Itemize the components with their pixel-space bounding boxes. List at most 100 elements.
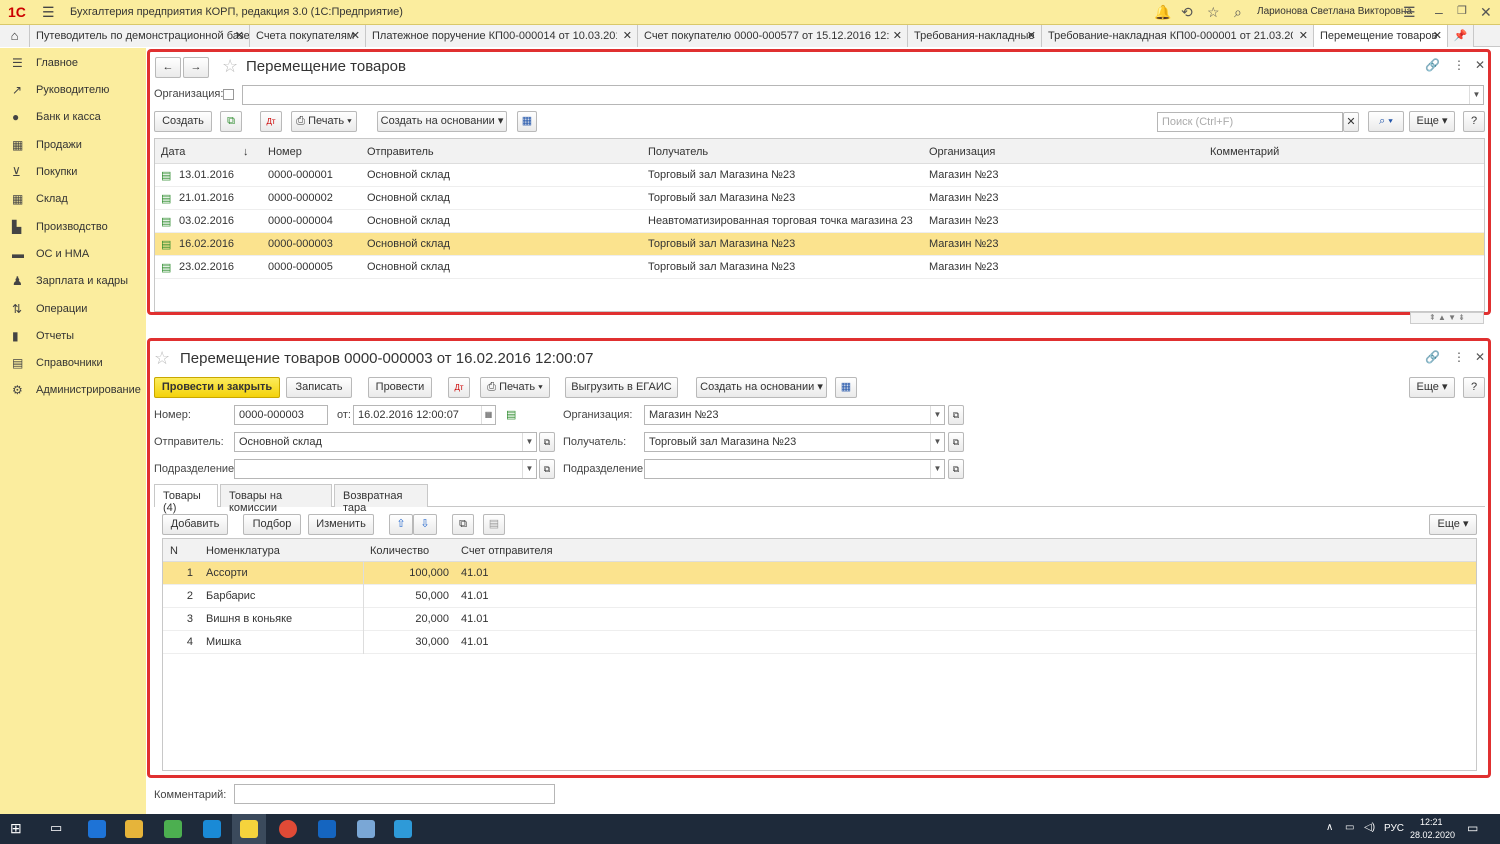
col-number[interactable]: Номер <box>268 146 302 158</box>
pick-button[interactable]: Подбор <box>243 514 301 535</box>
volume-icon[interactable]: ◁) <box>1364 822 1375 833</box>
copy-doc-icon[interactable]: ⧉ <box>220 111 242 132</box>
open-receiver-icon[interactable]: ⧉ <box>948 432 964 452</box>
chevron-down-icon[interactable]: ▼ <box>1469 86 1483 104</box>
sidebar-item-production[interactable]: ▙ Производство <box>0 215 146 241</box>
more-vert-icon[interactable]: ⋮ <box>1453 350 1465 364</box>
task-view-icon[interactable]: ▭ <box>50 820 62 836</box>
sidebar-item-operations[interactable]: ⇅ Операции <box>0 297 146 323</box>
create-based-button[interactable]: Создать на основании ▾ <box>696 377 827 398</box>
date-field[interactable]: 16.02.2016 12:00:07 ▦ <box>353 405 496 425</box>
print-button[interactable]: ⎙ Печать ▾ <box>480 377 550 398</box>
create-based-button[interactable]: Создать на основании ▾ <box>377 111 507 132</box>
table-row[interactable]: ▤ 16.02.2016 0000-000003 Основной склад Торг… <box>155 233 1484 256</box>
restore-icon[interactable]: ❐ <box>1457 4 1467 17</box>
table-more-button[interactable]: Еще ▾ <box>1429 514 1477 535</box>
receiver-dept-field[interactable]: ▼ <box>644 459 945 479</box>
tab-payment-order[interactable]: Платежное поручение КП00-000014 от 10.03… <box>366 25 638 47</box>
goods-row[interactable]: 3 Вишня в коньяке 20,000 41.01 <box>163 608 1476 631</box>
tray-chevron-icon[interactable]: ∧ <box>1326 822 1333 833</box>
back-button[interactable]: ← <box>155 57 181 78</box>
favorite-star-icon[interactable]: ☆ <box>154 348 170 369</box>
more-button[interactable]: Еще ▾ <box>1409 111 1455 132</box>
skype-icon[interactable] <box>203 820 221 838</box>
copy-rows-icon[interactable]: ⧉ <box>452 514 474 535</box>
close-form-icon[interactable]: ✕ <box>1475 350 1485 364</box>
close-tab-icon[interactable]: ✕ <box>623 29 632 42</box>
table-row[interactable]: ▤ 21.01.2016 0000-000002 Основной склад Торг… <box>155 187 1484 210</box>
col-sender[interactable]: Отправитель <box>367 146 434 158</box>
favorite-star-icon[interactable]: ☆ <box>222 56 238 77</box>
sidebar-item-sales[interactable]: ▦ Продажи <box>0 133 146 159</box>
more-button[interactable]: Еще ▾ <box>1409 377 1455 398</box>
close-window-icon[interactable]: ✕ <box>1480 4 1492 21</box>
edge-icon[interactable] <box>88 820 106 838</box>
open-sender-icon[interactable]: ⧉ <box>539 432 555 452</box>
comment-field[interactable] <box>234 784 555 804</box>
move-up-icon[interactable]: ⇧ <box>389 514 413 535</box>
link-icon[interactable]: 🔗 <box>1425 58 1440 72</box>
number-field[interactable]: 0000-000003 <box>234 405 328 425</box>
explorer-icon[interactable] <box>125 820 143 838</box>
tab-goods[interactable]: Товары (4) <box>154 484 218 514</box>
language-indicator[interactable]: РУС <box>1384 823 1404 834</box>
help-button[interactable]: ? <box>1463 377 1485 398</box>
tab-invoice[interactable]: Счет покупателю 0000-000577 от 15.12.201… <box>638 25 908 47</box>
sender-dept-field[interactable]: ▼ <box>234 459 537 479</box>
org-filter-field[interactable]: ▼ <box>242 85 1484 105</box>
close-tab-icon[interactable]: ✕ <box>235 29 244 42</box>
col-quantity[interactable]: Количество <box>370 545 429 557</box>
outlook-icon[interactable] <box>318 820 336 838</box>
col-receiver[interactable]: Получатель <box>648 146 708 158</box>
sidebar-item-reports[interactable]: ▮ Отчеты <box>0 324 146 350</box>
tab-guide[interactable]: Путеводитель по демонстрационной базе ✕ <box>30 25 250 47</box>
org-filter-checkbox[interactable] <box>223 89 234 100</box>
col-date[interactable]: Дата <box>161 146 185 158</box>
user-name[interactable]: Ларионова Светлана Викторовна <box>1257 6 1412 17</box>
post-button[interactable]: Провести <box>368 377 432 398</box>
col-comment[interactable]: Комментарий <box>1210 146 1279 158</box>
search-button[interactable]: ⌕ ▾ <box>1368 111 1404 132</box>
favorites-icon[interactable]: ☆ <box>1207 4 1220 21</box>
open-receiver-dept-icon[interactable]: ⧉ <box>948 459 964 479</box>
sidebar-item-warehouse[interactable]: ▦ Склад <box>0 187 146 213</box>
windows-start-icon[interactable]: ⊞ <box>10 820 22 837</box>
table-row[interactable]: ▤ 03.02.2016 0000-000004 Основной склад Неав… <box>155 210 1484 233</box>
chevron-down-icon[interactable]: ▼ <box>930 433 944 451</box>
sidebar-item-purchases[interactable]: ⊻ Покупки <box>0 160 146 186</box>
tab-returnable-tare[interactable]: Возвратная тара <box>334 484 428 514</box>
icq-icon[interactable] <box>164 820 182 838</box>
sidebar-item-admin[interactable]: ⚙ Администрирование <box>0 378 146 404</box>
col-n[interactable]: N <box>170 545 178 557</box>
chevron-down-icon[interactable]: ▼ <box>522 460 536 478</box>
home-icon[interactable]: ⌂ <box>0 25 30 47</box>
tab-requests[interactable]: Требования-накладные ✕ <box>908 25 1042 47</box>
egais-export-button[interactable]: Выгрузить в ЕГАИС <box>565 377 678 398</box>
sidebar-item-catalogs[interactable]: ▤ Справочники <box>0 351 146 377</box>
create-button[interactable]: Создать <box>154 111 212 132</box>
post-and-close-button[interactable]: Провести и закрыть <box>154 377 280 398</box>
table-row[interactable]: ▤ 23.02.2016 0000-000005 Основной склад Торг… <box>155 256 1484 279</box>
app-icon[interactable] <box>394 820 412 838</box>
more-vert-icon[interactable]: ⋮ <box>1453 58 1465 72</box>
print-button[interactable]: ⎙ Печать ▾ <box>291 111 357 132</box>
minimize-icon[interactable]: – <box>1435 4 1443 20</box>
org-field[interactable]: Магазин №23 ▼ <box>644 405 945 425</box>
bell-icon[interactable]: 🔔 <box>1154 4 1171 21</box>
goods-row[interactable]: 1 Ассорти 100,000 41.01 <box>163 562 1476 585</box>
link-icon[interactable]: 🔗 <box>1425 350 1440 364</box>
sidebar-item-salary[interactable]: ♟ Зарплата и кадры <box>0 269 146 295</box>
chevron-down-icon[interactable]: ▼ <box>522 433 536 451</box>
chevron-down-icon[interactable]: ▼ <box>930 406 944 424</box>
clear-search-icon[interactable]: ✕ <box>1343 112 1359 132</box>
network-icon[interactable]: ▭ <box>1345 822 1354 833</box>
main-menu-icon[interactable]: ☰ <box>42 4 55 21</box>
paste-rows-icon[interactable]: ▤ <box>483 514 505 535</box>
tab-request[interactable]: Требование-накладная КП00-000001 от 21.0… <box>1042 25 1314 47</box>
close-tab-icon[interactable]: ✕ <box>351 29 360 42</box>
col-nomenclature[interactable]: Номенклатура <box>206 545 280 557</box>
structure-icon[interactable]: ▦ <box>835 377 857 398</box>
sidebar-item-assets[interactable]: ▬ ОС и НМА <box>0 242 146 268</box>
pin-icon[interactable]: 📌 <box>1448 25 1474 47</box>
tab-transfer[interactable]: Перемещение товаров ✕ <box>1314 25 1448 47</box>
